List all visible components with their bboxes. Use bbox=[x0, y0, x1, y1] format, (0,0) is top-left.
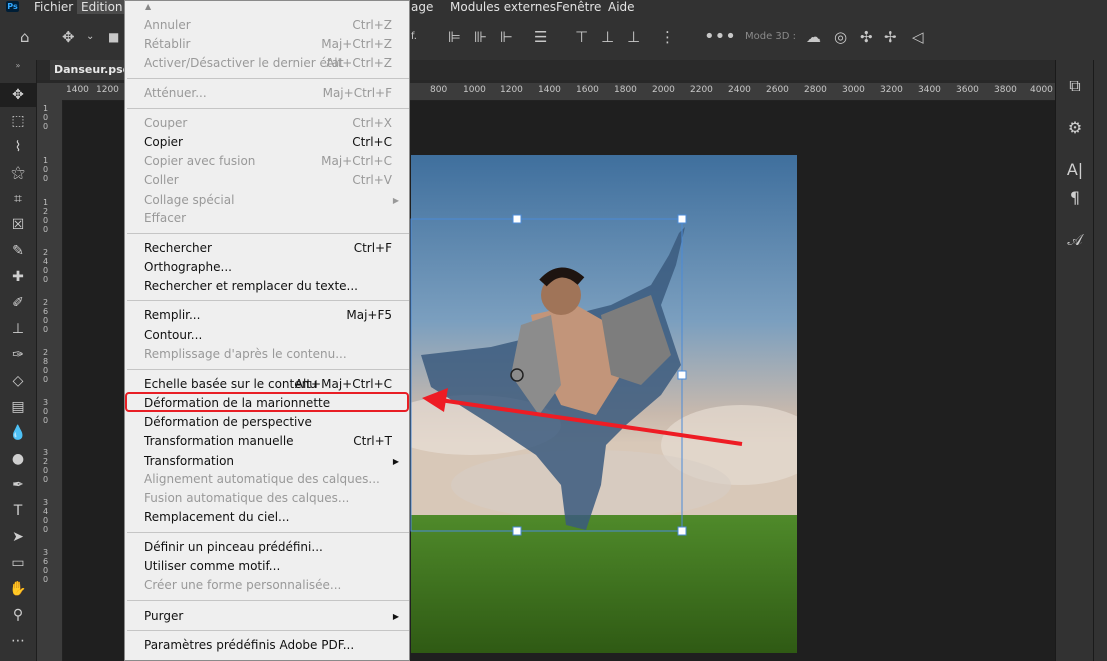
menu-item-utiliser-motif[interactable]: Utiliser comme motif... bbox=[144, 557, 404, 576]
menu-item-remplir[interactable]: Remplir... Maj+F5 bbox=[144, 306, 404, 325]
menu-separator bbox=[127, 233, 409, 234]
edit-menu: ▲ Annuler Ctrl+Z Rétablir Maj+Ctrl+Z Activ… bbox=[124, 0, 410, 661]
character-panel-icon[interactable]: A| bbox=[1056, 160, 1094, 179]
menu-separator bbox=[127, 369, 409, 370]
menu-item-coller[interactable]: Coller Ctrl+V bbox=[144, 171, 404, 190]
annotation-arrow bbox=[439, 398, 743, 446]
menu-item-definir-pinceau[interactable]: Définir un pinceau prédéfini... bbox=[144, 538, 404, 557]
annotation-arrowhead bbox=[422, 388, 448, 412]
submenu-arrow-icon: ▶ bbox=[392, 196, 399, 205]
menu-item-copier[interactable]: Copier Ctrl+C bbox=[144, 133, 404, 152]
menu-item-copier-fusion[interactable]: Copier avec fusion Maj+Ctrl+C bbox=[144, 152, 404, 171]
menu-item-annuler[interactable]: Annuler Ctrl+Z bbox=[144, 16, 404, 35]
menu-item-transformation-manuelle[interactable]: Transformation manuelle Ctrl+T bbox=[144, 432, 404, 451]
scroll-up-icon[interactable]: ▲ bbox=[145, 2, 151, 11]
menu-item-attenuer[interactable]: Atténuer... Maj+Ctrl+F bbox=[144, 84, 404, 103]
transform-handle-right[interactable] bbox=[677, 370, 687, 380]
transform-handle-top-right[interactable] bbox=[677, 214, 687, 224]
menu-separator bbox=[127, 532, 409, 533]
menu-item-parametres-pdf[interactable]: Paramètres prédéfinis Adobe PDF... bbox=[144, 636, 404, 655]
menu-item-retablir[interactable]: Rétablir Maj+Ctrl+Z bbox=[144, 35, 404, 54]
right-panel-icons: ⧉ ⚙ A| ¶ 𝒜 bbox=[1055, 60, 1094, 661]
submenu-arrow-icon: ▶ bbox=[392, 612, 399, 621]
annotation-highlight-box bbox=[125, 392, 409, 412]
transform-box bbox=[410, 218, 683, 532]
submenu-arrow-icon: ▶ bbox=[392, 457, 399, 466]
menu-item-contour[interactable]: Contour... bbox=[144, 326, 404, 345]
history-panel-icon[interactable]: ⧉ bbox=[1056, 76, 1094, 96]
menu-item-couper[interactable]: Couper Ctrl+X bbox=[144, 114, 404, 133]
menu-separator bbox=[127, 78, 409, 79]
menu-item-rechercher[interactable]: Rechercher Ctrl+F bbox=[144, 239, 404, 258]
menu-item-creer-forme[interactable]: Créer une forme personnalisée... bbox=[144, 576, 404, 595]
menu-item-toggle-last-state[interactable]: Activer/Désactiver le dernier état Alt+Ct… bbox=[144, 54, 404, 73]
menu-item-alignement-auto[interactable]: Alignement automatique des calques... bbox=[144, 470, 404, 489]
menu-item-effacer[interactable]: Effacer bbox=[144, 209, 404, 228]
menu-separator bbox=[127, 600, 409, 601]
menu-item-transformation[interactable]: Transformation ▶ bbox=[144, 452, 404, 471]
menu-separator bbox=[127, 300, 409, 301]
menu-item-rechercher-remplacer[interactable]: Rechercher et remplacer du texte... bbox=[144, 277, 404, 296]
menu-separator bbox=[127, 108, 409, 109]
menu-item-collage-special[interactable]: Collage spécial ▶ bbox=[144, 191, 404, 210]
menu-item-purger[interactable]: Purger ▶ bbox=[144, 607, 404, 626]
transform-handle-bottom-right[interactable] bbox=[677, 526, 687, 536]
transform-handle-bottom[interactable] bbox=[512, 526, 522, 536]
menu-item-deformation-perspective[interactable]: Déformation de perspective bbox=[144, 413, 404, 432]
right-panel-collapsed bbox=[1093, 60, 1107, 661]
properties-panel-icon[interactable]: ⚙ bbox=[1056, 118, 1094, 137]
menu-item-remplissage-contenu[interactable]: Remplissage d'après le contenu... bbox=[144, 345, 404, 364]
menu-separator bbox=[127, 630, 409, 631]
menu-item-fusion-auto[interactable]: Fusion automatique des calques... bbox=[144, 489, 404, 508]
menu-item-remplacement-ciel[interactable]: Remplacement du ciel... bbox=[144, 508, 404, 527]
reference-point-icon[interactable] bbox=[510, 368, 524, 382]
paragraph-panel-icon[interactable]: ¶ bbox=[1056, 188, 1094, 207]
menu-item-orthographe[interactable]: Orthographe... bbox=[144, 258, 404, 277]
transform-handle-top[interactable] bbox=[512, 214, 522, 224]
glyphs-panel-icon[interactable]: 𝒜 bbox=[1056, 230, 1094, 250]
